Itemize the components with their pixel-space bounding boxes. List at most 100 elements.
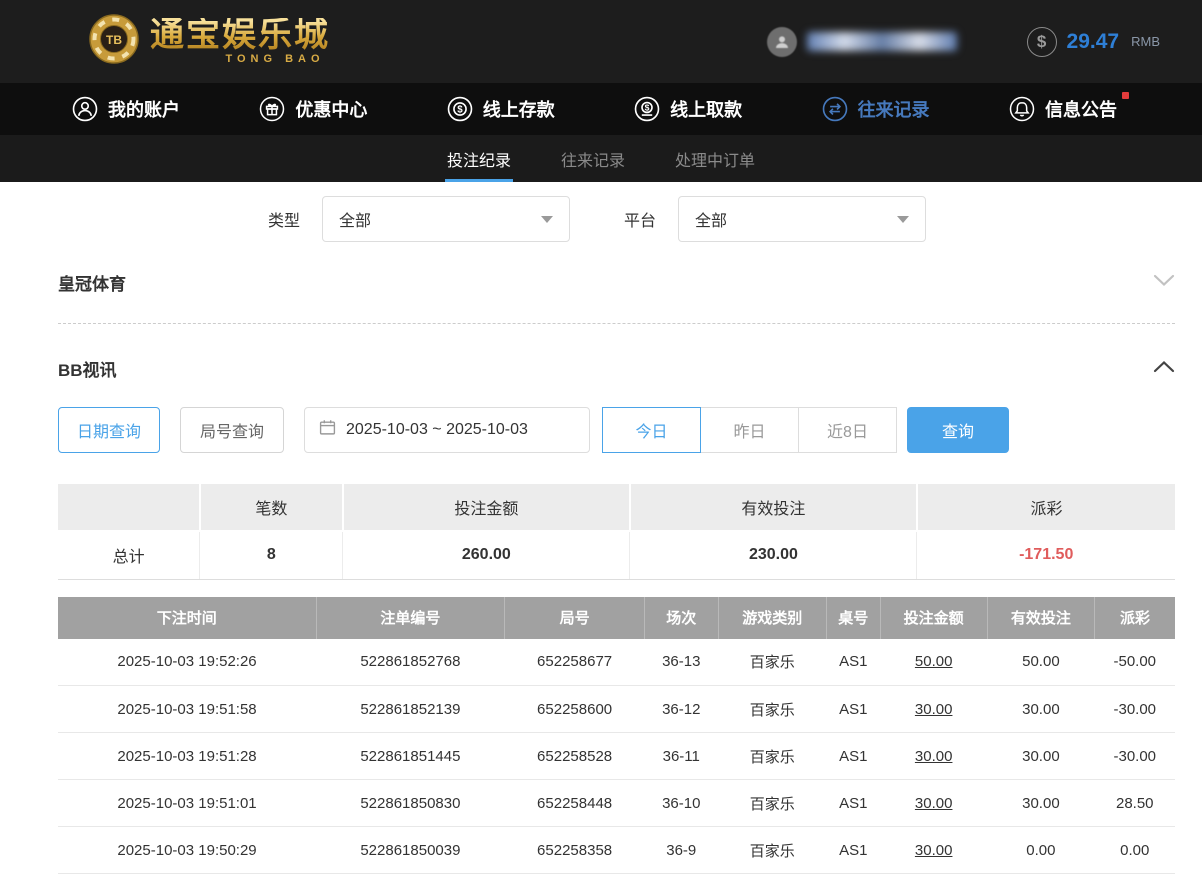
summary-total-row: 总计 8 260.00 230.00 -171.50 (58, 531, 1175, 580)
summary-payout: -171.50 (916, 531, 1175, 580)
cell-valid: 50.00 (987, 638, 1095, 686)
dollar-coin-icon: $ (1026, 26, 1057, 57)
cell-bet_id: 522861850830 (316, 779, 505, 827)
platform-dropdown[interactable]: 全部 (678, 196, 927, 242)
col-header-bet-id: 注单编号 (316, 596, 506, 639)
cell-table_no: AS1 (826, 732, 881, 780)
cell-table_no: AS1 (826, 779, 881, 827)
site-title: 通宝娱乐城 (150, 16, 330, 54)
cell-bet_id: 522861851445 (316, 732, 505, 780)
chevron-down-icon (897, 215, 910, 223)
summary-header-bet: 投注金额 (341, 482, 631, 532)
summary-total-label: 总计 (58, 531, 201, 580)
cell-bet[interactable]: 50.00 (880, 638, 988, 686)
svg-text:$: $ (645, 103, 650, 113)
dashed-divider (58, 323, 1175, 324)
nav-item-announcements[interactable]: 信息公告 (1009, 92, 1129, 122)
calendar-icon (319, 419, 336, 441)
date-range-value: 2025-10-03 ~ 2025-10-03 (346, 421, 528, 438)
nav-item-transaction-records[interactable]: 往来记录 (822, 96, 930, 122)
bet-table-body: 2025-10-03 19:52:26 522861852768 652258677… (58, 638, 1175, 874)
cell-session: 36-13 (644, 638, 719, 686)
tab-pending-orders[interactable]: 处理中订单 (673, 135, 757, 182)
cell-game: 百家乐 (718, 779, 827, 827)
tab-bet-records[interactable]: 投注纪录 (444, 135, 513, 182)
date-range-input[interactable]: 2025-10-03 ~ 2025-10-03 (304, 407, 590, 453)
nav-item-promotions[interactable]: 优惠中心 (259, 96, 367, 122)
chevron-up-icon[interactable] (1153, 360, 1175, 378)
cell-table_no: AS1 (826, 638, 881, 686)
type-label: 类型 (268, 213, 301, 230)
sub-tab-bar: 投注纪录 往来记录 处理中订单 (0, 135, 1202, 182)
cell-payout: 28.50 (1094, 779, 1175, 827)
username-redacted (806, 32, 957, 51)
date-query-button[interactable]: 日期查询 (58, 407, 160, 453)
cell-session: 36-12 (644, 685, 719, 733)
cell-payout: -50.00 (1094, 638, 1175, 686)
table-row: 2025-10-03 19:51:58 522861852139 652258600… (58, 685, 1175, 733)
summary-table: 笔数 投注金额 有效投注 派彩 总计 8 260.00 230.00 -171.… (58, 482, 1175, 580)
cell-bet[interactable]: 30.00 (880, 732, 988, 780)
table-row: 2025-10-03 19:52:26 522861852768 652258677… (58, 638, 1175, 686)
cell-time: 2025-10-03 19:50:29 (58, 826, 317, 874)
main-nav: 我的账户 优惠中心 $ 线上存款 $ 线上取款 往来记录 信息公告 (0, 83, 1202, 135)
bet-table: 下注时间 注单编号 局号 场次 游戏类别 桌号 投注金额 有效投注 派彩 202… (58, 596, 1175, 874)
platform-dropdown-value: 全部 (695, 213, 728, 230)
cell-bet[interactable]: 30.00 (880, 685, 988, 733)
chevron-down-icon[interactable] (1153, 274, 1175, 292)
nav-label: 我的账户 (108, 100, 180, 120)
type-dropdown[interactable]: 全部 (322, 196, 571, 242)
summary-header-valid: 有效投注 (628, 482, 918, 532)
col-header-payout: 派彩 (1094, 596, 1175, 639)
cell-round: 652258528 (504, 732, 645, 780)
col-header-table-no: 桌号 (826, 596, 881, 639)
nav-label: 往来记录 (857, 100, 930, 120)
cell-table_no: AS1 (826, 826, 881, 874)
search-button[interactable]: 查询 (907, 407, 1009, 453)
nav-item-deposit[interactable]: $ 线上存款 (447, 96, 555, 122)
col-header-game-type: 游戏类别 (718, 596, 827, 639)
section-crown-sports: 皇冠体育 (58, 270, 1175, 295)
bet-table-header-row: 下注时间 注单编号 局号 场次 游戏类别 桌号 投注金额 有效投注 派彩 (58, 596, 1175, 639)
today-button[interactable]: 今日 (602, 407, 701, 453)
bb-section-title: BB视讯 (58, 361, 117, 380)
summary-count: 8 (199, 531, 344, 580)
cell-time: 2025-10-03 19:51:58 (58, 685, 317, 733)
cell-bet_id: 522861852768 (316, 638, 505, 686)
tab-transaction-records[interactable]: 往来记录 (559, 135, 627, 182)
withdraw-coin-icon: $ (634, 96, 660, 122)
nav-item-withdraw[interactable]: $ 线上取款 (634, 96, 742, 122)
cell-valid: 30.00 (987, 779, 1095, 827)
nav-label: 线上存款 (482, 100, 555, 120)
cell-game: 百家乐 (718, 685, 827, 733)
cell-bet[interactable]: 30.00 (880, 826, 988, 874)
cell-game: 百家乐 (718, 732, 827, 780)
last-8-days-button[interactable]: 近8日 (798, 407, 897, 453)
top-header: TB 通宝娱乐城 TONG BAO $ 29.47 RMB (0, 0, 1202, 83)
yesterday-button[interactable]: 昨日 (700, 407, 799, 453)
cell-time: 2025-10-03 19:51:01 (58, 779, 317, 827)
col-header-time: 下注时间 (58, 596, 317, 639)
user-account[interactable] (766, 26, 957, 57)
chevron-down-icon (541, 215, 554, 223)
cell-valid: 0.00 (987, 826, 1095, 874)
balance-amount: 29.47 (1066, 29, 1120, 53)
avatar[interactable] (766, 26, 797, 57)
col-header-valid-bet: 有效投注 (987, 596, 1096, 639)
round-query-button[interactable]: 局号查询 (180, 407, 284, 453)
table-row: 2025-10-03 19:51:01 522861850830 652258448… (58, 779, 1175, 827)
balance-unit: RMB (1131, 34, 1160, 49)
section-bb-video: BB视讯 (58, 356, 1175, 381)
col-header-round: 局号 (504, 596, 645, 639)
crown-section-title: 皇冠体育 (58, 275, 126, 294)
col-header-session: 场次 (644, 596, 719, 639)
cell-bet[interactable]: 30.00 (880, 779, 988, 827)
table-row: 2025-10-03 19:51:28 522861851445 652258528… (58, 732, 1175, 780)
nav-label: 线上取款 (670, 100, 743, 120)
deposit-coin-icon: $ (447, 96, 473, 122)
cell-game: 百家乐 (718, 826, 827, 874)
summary-header-count: 笔数 (198, 482, 344, 532)
table-row: 2025-10-03 19:50:29 522861850039 652258358… (58, 826, 1175, 874)
type-dropdown-value: 全部 (339, 213, 372, 230)
nav-item-my-account[interactable]: 我的账户 (72, 96, 180, 122)
